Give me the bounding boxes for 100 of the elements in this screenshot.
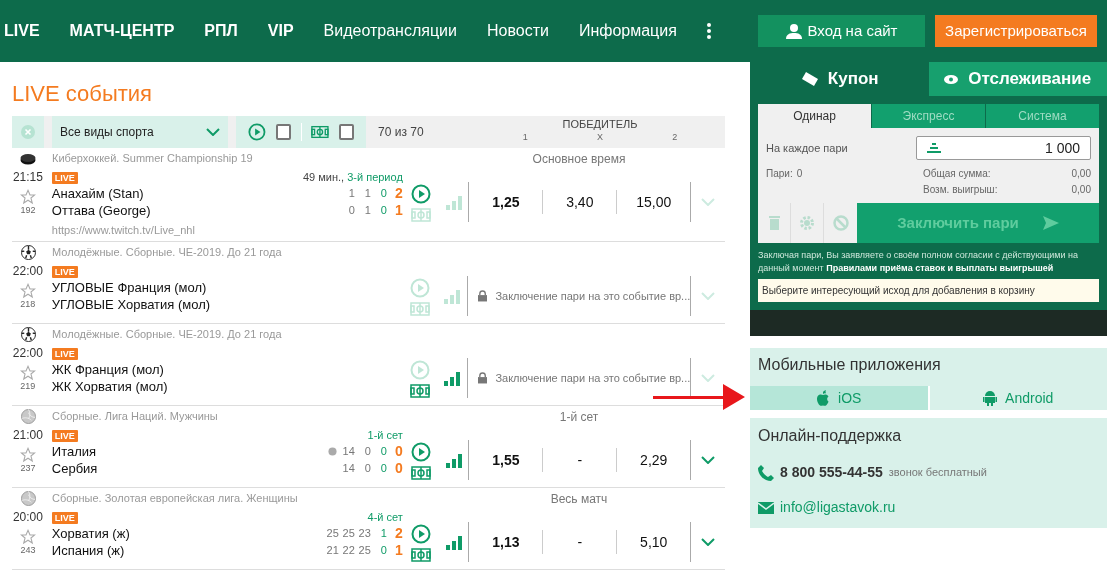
play-icon[interactable] xyxy=(410,442,431,462)
star-icon[interactable] xyxy=(19,189,36,205)
nav-link[interactable]: VIP xyxy=(267,19,294,43)
nav-link[interactable]: Новости xyxy=(486,19,549,43)
odds-value[interactable]: - xyxy=(543,449,617,471)
user-icon xyxy=(785,23,802,39)
support-title: Онлайн-поддержка xyxy=(758,426,903,446)
odds-value[interactable]: 5,10 xyxy=(617,531,691,553)
play-icon[interactable] xyxy=(410,184,431,204)
event-count: 70 из 70 xyxy=(378,124,425,141)
login-button[interactable]: Вход на сайт xyxy=(758,15,925,47)
live-badge: LIVE xyxy=(51,429,78,442)
market-heading: ПОБЕДИТЕЛЬ xyxy=(562,117,638,131)
delete-button[interactable] xyxy=(758,203,791,243)
score: 1 xyxy=(363,203,371,219)
nav-link[interactable]: РПЛ xyxy=(204,19,238,43)
nav-link[interactable]: Информация xyxy=(578,19,677,43)
more-menu-icon[interactable] xyxy=(706,23,711,39)
live-badge: LIVE xyxy=(51,265,78,278)
phone-number[interactable]: 8 800 555-44-55 xyxy=(780,462,883,483)
period-label: 3-й период xyxy=(347,171,403,184)
stats-field-icon[interactable] xyxy=(410,548,431,562)
score: 0 xyxy=(379,444,387,460)
hint-message: Выберите интересующий исход для добавления в корзину xyxy=(758,279,1099,302)
cancel-button[interactable] xyxy=(824,203,857,243)
stats-field-icon[interactable] xyxy=(311,125,330,139)
odds-value[interactable]: 1,25 xyxy=(469,191,543,213)
league-name: Сборные. Лига Наций. Мужчины xyxy=(52,409,219,425)
star-icon[interactable] xyxy=(19,529,36,545)
market-label: 1-й сет xyxy=(558,408,600,426)
score: 1 xyxy=(394,201,403,220)
outcome-heading: X xyxy=(596,131,604,144)
chevron-down-icon[interactable] xyxy=(701,456,716,464)
clear-filter-button[interactable] xyxy=(12,116,44,148)
signal-bars-icon xyxy=(444,372,461,386)
trash-icon xyxy=(768,216,780,230)
team-name: ЖК Хорватия (мол) xyxy=(51,377,169,396)
event-time: 22:00 xyxy=(12,264,43,279)
signal-bars-icon xyxy=(445,536,462,550)
lock-icon xyxy=(478,290,488,302)
nav-link[interactable]: LIVE xyxy=(4,19,40,43)
play-icon[interactable] xyxy=(410,524,431,544)
stats-field-icon[interactable] xyxy=(409,384,430,398)
star-icon[interactable] xyxy=(19,447,36,463)
settings-icon xyxy=(799,215,815,231)
score: 2 xyxy=(394,524,403,543)
odds-value[interactable]: 1,13 xyxy=(469,531,543,553)
video-checkbox[interactable] xyxy=(275,124,291,140)
team-name: Италия xyxy=(51,442,98,461)
score: 14 xyxy=(341,444,355,460)
score: 14 xyxy=(341,461,355,477)
sport-dropdown[interactable]: Все виды спорта xyxy=(52,116,228,148)
android-icon xyxy=(983,390,998,406)
stats-checkbox[interactable] xyxy=(339,124,354,140)
volleyball-icon xyxy=(20,409,36,424)
team-name: Сербия xyxy=(51,459,99,478)
favorite-count: 219 xyxy=(20,381,36,392)
star-icon[interactable] xyxy=(19,283,36,299)
score: 25 xyxy=(357,543,371,559)
live-badge: LIVE xyxy=(51,171,78,184)
favorite-count: 218 xyxy=(20,299,36,310)
odds-value[interactable]: 2,29 xyxy=(617,449,691,471)
soccer-ball-icon xyxy=(20,245,36,260)
eye-icon xyxy=(944,74,959,84)
score: 25 xyxy=(325,526,339,542)
event-time: 21:15 xyxy=(12,170,43,185)
score: 1 xyxy=(347,186,355,202)
disclaimer-text: Заключая пари, Вы заявляете о своём полном согласии с действующими на данный момент Правилами приёма ставок и выплаты выигрышей xyxy=(758,249,1080,275)
win-label: Возм. выигрыш: xyxy=(923,183,998,197)
chevron-down-icon[interactable] xyxy=(701,538,716,546)
soccer-ball-icon xyxy=(20,327,36,342)
star-icon[interactable] xyxy=(19,365,36,381)
stats-field-icon[interactable] xyxy=(410,466,431,480)
score: 0 xyxy=(363,444,371,460)
chevron-down-icon[interactable] xyxy=(206,128,220,136)
period-label: 1-й сет xyxy=(367,429,403,442)
phone-note: звонок бесплатный xyxy=(888,465,987,481)
apple-icon xyxy=(816,390,831,406)
locked-message: Заключение пари на это событие вр... xyxy=(495,370,691,386)
phone-icon xyxy=(758,464,774,481)
score: 1 xyxy=(363,186,371,202)
score: 0 xyxy=(394,459,403,478)
odds-value[interactable]: 3,40 xyxy=(543,191,617,213)
bet-type-tab[interactable]: Одинар xyxy=(758,104,871,128)
settings-button[interactable] xyxy=(791,203,824,243)
market-label: Весь матч xyxy=(549,490,609,508)
odds-value[interactable]: - xyxy=(543,531,617,553)
team-name: Испания (ж) xyxy=(51,541,126,560)
nav-link[interactable]: МАТЧ-ЦЕНТР xyxy=(69,19,175,43)
coupon-tab[interactable]: Отслеживание xyxy=(928,62,1107,96)
rules-link[interactable]: Правилами приёма ставок и выплаты выигрышей xyxy=(826,263,1054,273)
odds-value[interactable]: 1,55 xyxy=(469,449,543,471)
play-icon[interactable] xyxy=(248,122,266,142)
send-icon xyxy=(1042,216,1059,230)
stake-input[interactable]: 1 000 xyxy=(916,136,1091,160)
score: 1 xyxy=(379,526,387,542)
serve-ball-icon xyxy=(327,447,337,456)
clear-icon xyxy=(21,125,35,139)
nav-link[interactable]: Видеотрансляции xyxy=(323,19,457,43)
odds-value[interactable]: 15,00 xyxy=(617,191,691,213)
